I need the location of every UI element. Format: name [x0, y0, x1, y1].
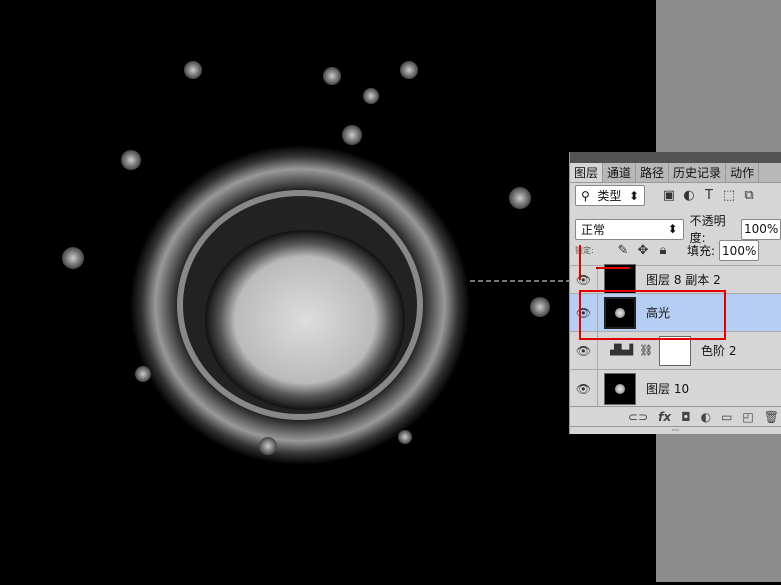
water-splash-image: [62, 61, 580, 465]
lock-pixels-icon[interactable]: ✎: [616, 243, 630, 258]
opacity-input[interactable]: 100%: [741, 218, 781, 240]
link-layers-icon[interactable]: ⊂⊃: [628, 410, 648, 424]
new-layer-icon[interactable]: ◰: [742, 410, 753, 424]
add-mask-icon[interactable]: ◘: [681, 410, 691, 424]
updown-icon: ⬍: [628, 188, 639, 203]
layer-thumbnail: [604, 372, 636, 405]
filter-kind-value: 类型: [597, 189, 622, 203]
updown-icon: ⬍: [667, 222, 678, 236]
document-canvas[interactable]: [0, 0, 656, 582]
fill-label: 填充:: [687, 244, 716, 258]
blend-mode-value: 正常: [581, 222, 606, 237]
trash-icon[interactable]: 🗑︎: [764, 410, 779, 424]
new-group-icon[interactable]: ▭: [721, 410, 732, 424]
lock-position-icon[interactable]: ✥: [636, 243, 650, 258]
fill-input[interactable]: 100%: [719, 240, 760, 261]
adjustment-filter-icon[interactable]: ◐: [682, 188, 696, 203]
resize-grip[interactable]: ┅┅: [570, 426, 781, 434]
highlight-box: [579, 290, 726, 340]
panel-header[interactable]: [570, 152, 781, 163]
new-adjustment-icon[interactable]: ◐: [701, 410, 711, 424]
eye-icon[interactable]: 👁︎: [570, 370, 598, 407]
filter-kind-select[interactable]: ⚲ 类型 ⬍: [575, 185, 645, 206]
tab-actions[interactable]: 动作: [726, 163, 760, 182]
layer-name: 图层 8 副本 2: [646, 273, 721, 287]
blend-mode-select[interactable]: 正常 ⬍: [575, 218, 684, 240]
layer-row[interactable]: 👁︎ 图层 8 副本 2: [570, 263, 781, 296]
fx-icon[interactable]: fx: [658, 410, 671, 424]
annotation-line: [596, 267, 630, 269]
tab-history[interactable]: 历史记录: [669, 163, 727, 182]
lock-all-icon[interactable]: 🔒︎: [656, 243, 670, 258]
link-icon[interactable]: ⛓: [639, 344, 653, 357]
search-icon: ⚲: [581, 188, 590, 203]
eye-icon[interactable]: 👁︎: [570, 266, 598, 293]
shape-filter-icon[interactable]: ⬚: [722, 188, 736, 203]
smart-object-filter-icon[interactable]: ⧉: [742, 188, 756, 203]
tab-channels[interactable]: 通道: [603, 163, 637, 182]
layer-mask-thumbnail: [659, 335, 692, 366]
tab-paths[interactable]: 路径: [636, 163, 670, 182]
layer-row[interactable]: 👁︎ 图层 10: [570, 369, 781, 407]
layer-name: 色阶 2: [701, 344, 737, 358]
panel-toolbar: ⊂⊃ fx ◘ ◐ ▭ ◰ 🗑︎: [570, 406, 781, 426]
panel-tabs: 图层 通道 路径 历史记录 动作: [570, 163, 781, 183]
image-filter-icon[interactable]: ▣: [662, 188, 676, 203]
tab-layers[interactable]: 图层: [570, 163, 604, 182]
layer-name: 图层 10: [646, 382, 690, 396]
levels-icon: ▟▙▟: [610, 345, 634, 356]
annotation-line: [579, 245, 581, 280]
type-filter-icon[interactable]: T: [702, 188, 716, 203]
